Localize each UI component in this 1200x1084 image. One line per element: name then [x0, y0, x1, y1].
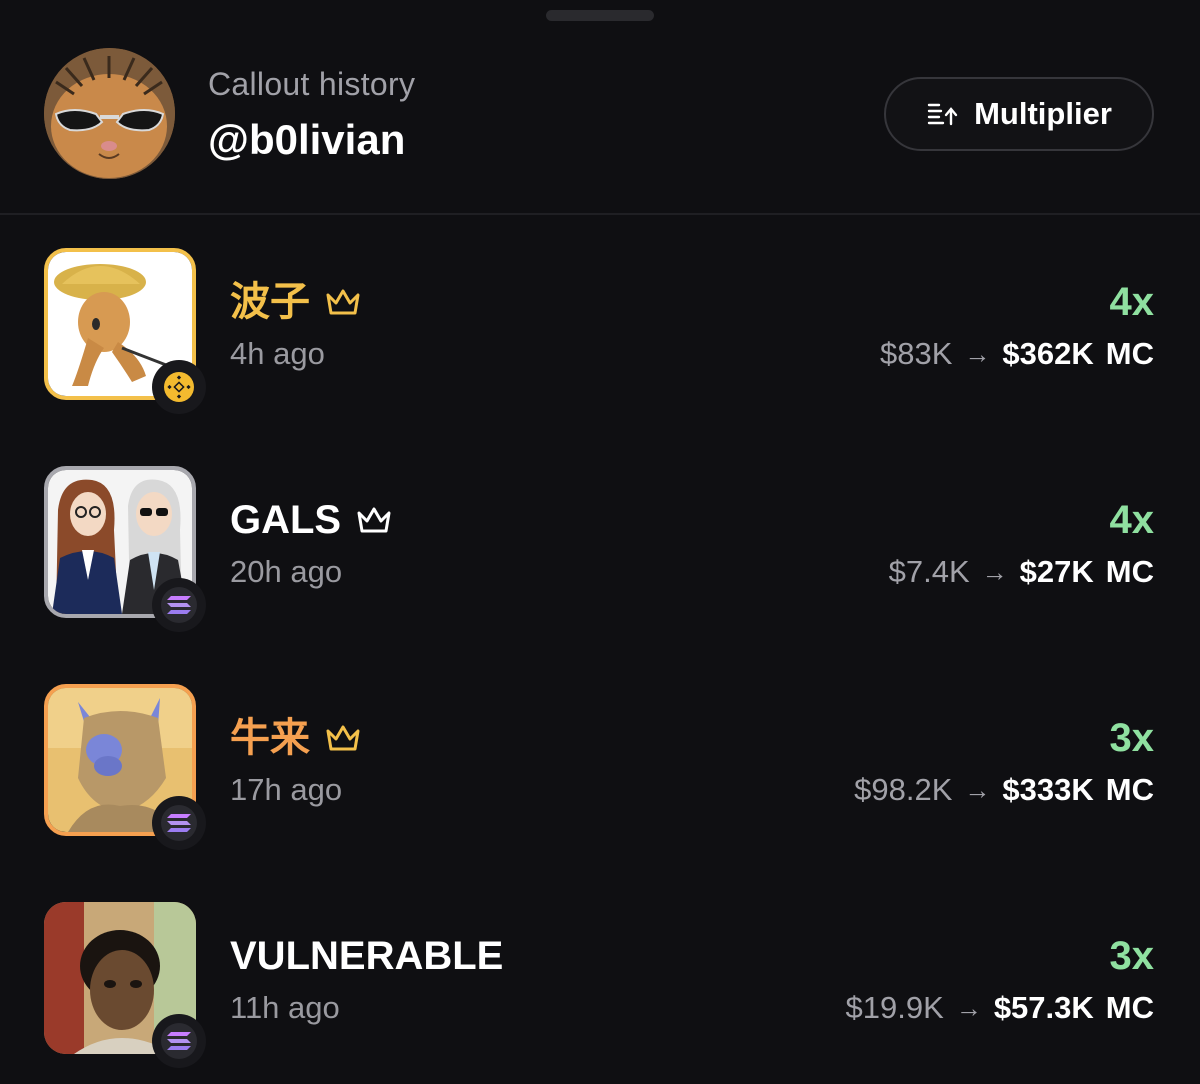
- avatar[interactable]: [44, 48, 175, 179]
- mc-to: $362K: [1002, 336, 1094, 371]
- market-cap-change: $98.2K → $333K MC: [854, 772, 1154, 808]
- token-name: GALS: [230, 496, 393, 544]
- mc-from: $98.2K: [854, 772, 953, 807]
- callout-time: 17h ago: [230, 772, 343, 807]
- token-name: 牛来: [230, 714, 362, 762]
- mc-from: $83K: [880, 336, 953, 371]
- multiplier-value: 4x: [1109, 280, 1155, 324]
- mc-from: $19.9K: [845, 990, 944, 1025]
- mc-from: $7.4K: [888, 554, 970, 589]
- multiplier-value: 3x: [1109, 716, 1155, 760]
- multiplier-value: 3x: [1109, 934, 1155, 978]
- username: @b0livian: [208, 116, 406, 163]
- token-name-text: 牛来: [230, 716, 310, 760]
- chain-badge: [152, 578, 206, 632]
- arrow-right-icon: →: [964, 338, 991, 369]
- callout-time: 20h ago: [230, 554, 343, 589]
- header-subtitle: Callout history: [208, 66, 416, 102]
- solana-icon: [161, 1023, 197, 1059]
- token-name-text: 波子: [230, 280, 310, 324]
- arrow-right-icon: →: [981, 556, 1008, 587]
- callout-row[interactable]: 波子 4h ago 4x $83K → $362K MC: [0, 248, 1200, 414]
- profile-header: Callout history @b0livian Multiplier: [0, 0, 1200, 215]
- multiplier-sort-button[interactable]: Multiplier: [884, 77, 1154, 151]
- callout-time: 11h ago: [230, 990, 340, 1025]
- callout-row[interactable]: GALS 20h ago 4x $7.4K → $27K MC: [0, 466, 1200, 632]
- market-cap-change: $7.4K → $27K MC: [889, 554, 1154, 590]
- market-cap-change: $83K → $362K MC: [880, 336, 1154, 372]
- mc-unit: MC: [1105, 990, 1154, 1025]
- callout-time: 4h ago: [230, 336, 325, 371]
- sort-icon: [927, 103, 958, 126]
- chain-badge: [152, 1014, 206, 1068]
- cat-sunglasses-avatar-image: [44, 48, 175, 179]
- callout-row[interactable]: 牛来 17h ago 3x $98.2K → $333K MC: [0, 684, 1200, 850]
- mc-unit: MC: [1105, 772, 1154, 807]
- token-name: VULNERABLE: [230, 932, 503, 980]
- mc-unit: MC: [1105, 336, 1154, 371]
- solana-icon: [161, 805, 197, 841]
- crown-icon: [326, 725, 360, 751]
- multiplier-value: 4x: [1109, 498, 1155, 542]
- token-name: 波子: [230, 278, 362, 326]
- token-name-text: GALS: [230, 498, 342, 542]
- mc-unit: MC: [1105, 554, 1154, 589]
- chain-badge: [152, 796, 206, 850]
- callout-history-sheet: Callout history @b0livian Multiplier 波子 …: [0, 0, 1200, 1084]
- crown-icon: [357, 507, 391, 533]
- callout-row[interactable]: VULNERABLE 11h ago 3x $19.9K → $57.3K MC: [0, 902, 1200, 1068]
- chain-badge: [152, 360, 206, 414]
- bnb-icon: [164, 372, 194, 402]
- mc-to: $57.3K: [993, 990, 1094, 1025]
- mc-to: $333K: [1002, 772, 1094, 807]
- token-name-text: VULNERABLE: [230, 934, 504, 978]
- arrow-right-icon: →: [955, 992, 982, 1023]
- multiplier-button-label: Multiplier: [974, 96, 1112, 131]
- market-cap-change: $19.9K → $57.3K MC: [846, 990, 1154, 1026]
- solana-icon: [161, 587, 197, 623]
- arrow-right-icon: →: [964, 774, 991, 805]
- crown-icon: [326, 289, 360, 315]
- mc-to: $27K: [1019, 554, 1094, 589]
